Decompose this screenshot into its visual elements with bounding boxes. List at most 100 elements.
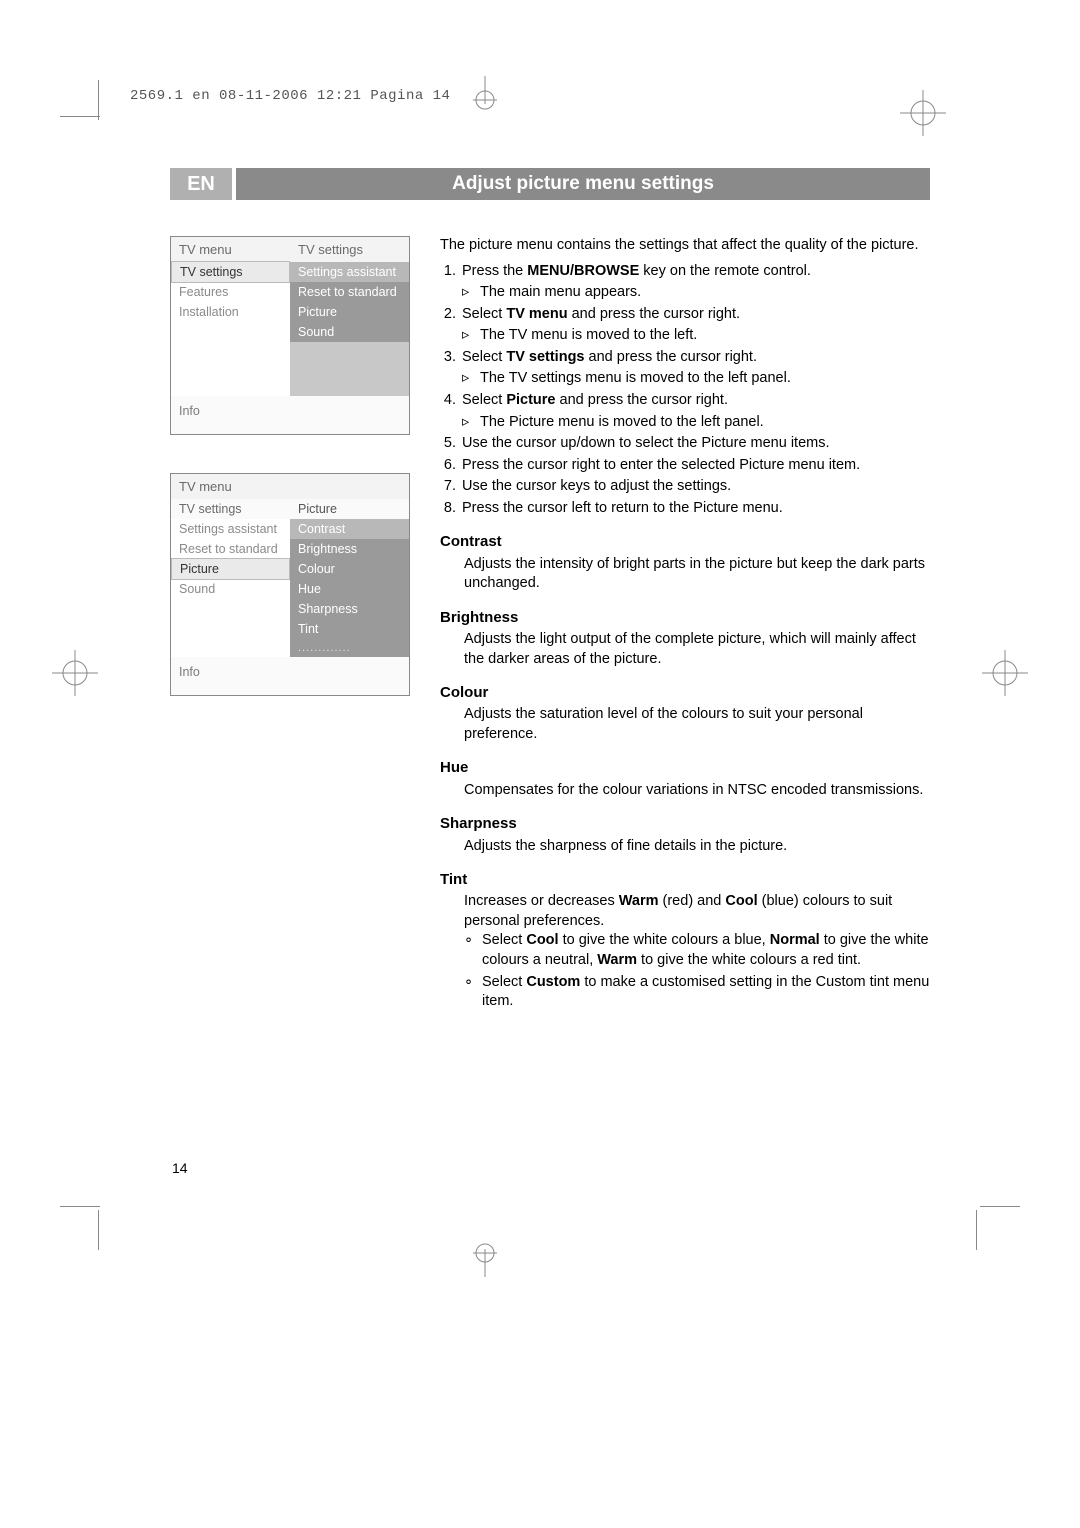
step-sub-text: The main menu appears. [480, 283, 930, 303]
intro-text: The picture menu contains the settings t… [440, 236, 930, 256]
step-number: 5. [440, 434, 462, 454]
step-number: 4. [440, 391, 462, 411]
step-sub-row: ▹The TV menu is moved to the left. [440, 326, 930, 346]
menu-row: Colour [290, 559, 409, 579]
step-number: 7. [440, 477, 462, 497]
definition-body: Compensates for the colour variations in… [440, 781, 930, 801]
step-row: 8.Press the cursor left to return to the… [440, 499, 930, 519]
step-row: 4.Select Picture and press the cursor ri… [440, 391, 930, 411]
triangle-icon: ▹ [462, 326, 480, 346]
step-sub-text: The Picture menu is moved to the left pa… [480, 413, 930, 433]
menu-row: Sound [290, 322, 409, 342]
step-sub-row: ▹The main menu appears. [440, 283, 930, 303]
language-chip: EN [170, 168, 232, 200]
page-title: Adjust picture menu settings [236, 168, 930, 200]
registration-mark-left-icon [52, 650, 98, 696]
step-row: 3.Select TV settings and press the curso… [440, 348, 930, 368]
menu-row: Picture [290, 302, 409, 322]
tint-intro: Increases or decreases Warm (red) and Co… [464, 892, 930, 931]
menu-row-empty [171, 599, 290, 617]
definition-body: Adjusts the saturation level of the colo… [440, 705, 930, 744]
definition-title: Colour [440, 683, 930, 703]
step-row: 2.Select TV menu and press the cursor ri… [440, 305, 930, 325]
registration-mark-right-icon [982, 650, 1028, 696]
step-sub-text: The TV settings menu is moved to the lef… [480, 369, 930, 389]
triangle-icon: ▹ [462, 283, 480, 303]
step-number: 8. [440, 499, 462, 519]
menu2-info: Info [171, 657, 409, 695]
menu-illustration-1: TV menu TV settings TV settings Features… [170, 236, 410, 435]
menu-row: Reset to standard [171, 539, 290, 559]
step-text: Press the cursor right to enter the sele… [462, 456, 930, 476]
step-number: 2. [440, 305, 462, 325]
menu1-info: Info [171, 396, 409, 434]
bullet-icon: ∘ [464, 931, 482, 970]
definition-body: Adjusts the sharpness of fine details in… [440, 837, 930, 857]
menu-row-empty [171, 340, 290, 358]
step-number: 6. [440, 456, 462, 476]
definition-tint: Tint Increases or decreases Warm (red) a… [440, 870, 930, 1012]
step-row: 6.Press the cursor right to enter the se… [440, 456, 930, 476]
menu-row-empty [171, 376, 290, 394]
definition-contrast: Contrast Adjusts the intensity of bright… [440, 532, 930, 593]
crop-mark-icon [976, 1210, 977, 1250]
page-number: 14 [172, 1160, 188, 1176]
crop-mark-icon [98, 1210, 99, 1250]
menu2-sub-left: TV settings [171, 499, 290, 519]
step-number: 3. [440, 348, 462, 368]
menu2-sub-right: Picture [290, 499, 409, 519]
tint-bullet-1: Select Cool to give the white colours a … [482, 931, 930, 970]
bullet-icon: ∘ [464, 973, 482, 1012]
menu-row: Tint [290, 619, 409, 639]
registration-mark-bottom-icon [455, 1233, 515, 1277]
menu-row-empty [290, 360, 409, 378]
definition-brightness: Brightness Adjusts the light output of t… [440, 608, 930, 669]
menu-row: Brightness [290, 539, 409, 559]
registration-mark-top-right-icon [900, 90, 946, 136]
step-text: Use the cursor keys to adjust the settin… [462, 477, 930, 497]
definition-title: Sharpness [440, 814, 930, 834]
menu-row: Picture [171, 558, 290, 580]
menu-row-empty [171, 635, 290, 653]
definition-title: Hue [440, 758, 930, 778]
steps-list: 1.Press the MENU/BROWSE key on the remot… [440, 262, 930, 519]
menu-row: Hue [290, 579, 409, 599]
crop-mark-icon [60, 1206, 100, 1207]
step-text: Select Picture and press the cursor righ… [462, 391, 930, 411]
crop-mark-icon [980, 1206, 1020, 1207]
step-row: 7.Use the cursor keys to adjust the sett… [440, 477, 930, 497]
menu-row: Sharpness [290, 599, 409, 619]
crop-mark-icon [60, 116, 100, 124]
definition-title: Tint [440, 870, 930, 890]
menu2-header: TV menu [171, 474, 409, 499]
triangle-icon: ▹ [462, 413, 480, 433]
menu-row: TV settings [171, 261, 290, 283]
menu-row-more: ............. [290, 639, 409, 657]
step-text: Press the MENU/BROWSE key on the remote … [462, 262, 930, 282]
menu-row: Settings assistant [171, 519, 290, 539]
definition-sharpness: Sharpness Adjusts the sharpness of fine … [440, 814, 930, 856]
step-sub-row: ▹The Picture menu is moved to the left p… [440, 413, 930, 433]
step-sub-row: ▹The TV settings menu is moved to the le… [440, 369, 930, 389]
menu-row: Installation [171, 302, 290, 322]
menu-row: Features [171, 282, 290, 302]
step-number: 1. [440, 262, 462, 282]
definition-body: Adjusts the light output of the complete… [440, 630, 930, 669]
menu-row-empty [171, 358, 290, 376]
menu-row: Sound [171, 579, 290, 599]
step-text: Select TV menu and press the cursor righ… [462, 305, 930, 325]
menu1-header-right: TV settings [290, 237, 409, 262]
prepress-header: 2569.1 en 08-11-2006 12:21 Pagina 14 [130, 88, 450, 104]
definition-body: Increases or decreases Warm (red) and Co… [440, 892, 930, 1011]
menu-row: Reset to standard [290, 282, 409, 302]
triangle-icon: ▹ [462, 369, 480, 389]
step-text: Use the cursor up/down to select the Pic… [462, 434, 930, 454]
definition-title: Brightness [440, 608, 930, 628]
definition-title: Contrast [440, 532, 930, 552]
menu-row-empty [290, 378, 409, 396]
menu-row-empty [290, 342, 409, 360]
menu-row-empty [171, 322, 290, 340]
step-row: 5.Use the cursor up/down to select the P… [440, 434, 930, 454]
step-text: Select TV settings and press the cursor … [462, 348, 930, 368]
step-text: Press the cursor left to return to the P… [462, 499, 930, 519]
